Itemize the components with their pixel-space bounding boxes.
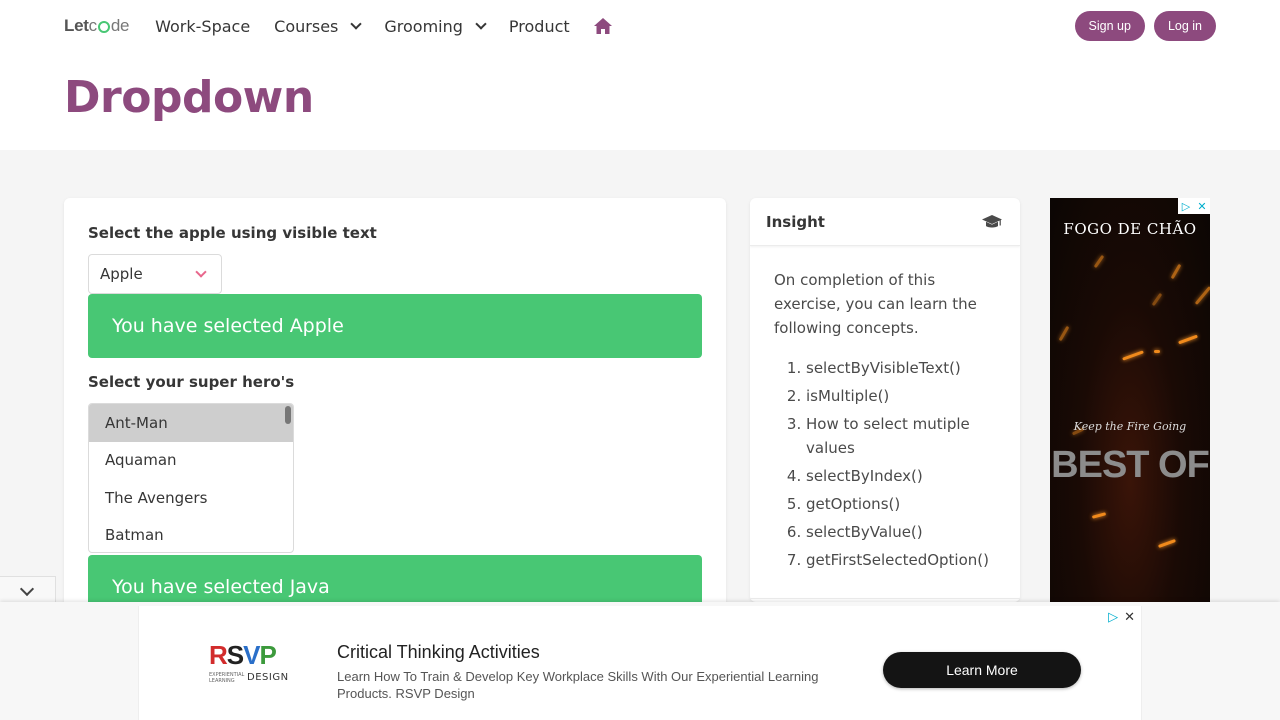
- fruit-selected-notice: You have selected Apple: [88, 294, 702, 358]
- fruit-label: Select the apple using visible text: [88, 224, 377, 242]
- ad-headline: BEST OF: [1051, 444, 1210, 486]
- nav-courses[interactable]: Courses: [274, 16, 363, 36]
- nav-product[interactable]: Product: [509, 17, 570, 36]
- rsvp-logo-letters: RSVP: [209, 640, 277, 670]
- insight-item: isMultiple(): [806, 384, 996, 408]
- chevron-down-icon: [195, 266, 207, 278]
- ember-spark: [1091, 512, 1107, 519]
- fruit-select[interactable]: Apple: [88, 254, 222, 294]
- nav-workspace[interactable]: Work-Space: [155, 17, 250, 36]
- ember-spark: [1058, 325, 1070, 342]
- ember-spark: [1158, 539, 1176, 548]
- graduation-cap-icon: [982, 215, 1002, 228]
- insight-header: Insight: [750, 198, 1020, 246]
- logo-o-icon: [97, 21, 110, 33]
- insight-title: Insight: [766, 212, 825, 231]
- insight-body: On completion of this exercise, you can …: [750, 246, 1020, 572]
- ad-choices[interactable]: ▷ ✕: [1108, 610, 1135, 625]
- nav-courses-label: Courses: [274, 16, 339, 36]
- ad-choices[interactable]: ▷ ✕: [1178, 198, 1210, 214]
- ember-spark: [1194, 286, 1210, 305]
- collapse-ad-toggle[interactable]: [0, 576, 56, 604]
- hero-label: Select your super hero's: [88, 373, 295, 391]
- insight-card: Insight On completion of this exercise, …: [750, 198, 1020, 602]
- chevron-down-icon: [350, 17, 363, 30]
- rsvp-logo-design: DESIGN: [247, 672, 289, 683]
- hero-option[interactable]: Batman: [89, 517, 293, 553]
- bottom-ad-title[interactable]: Critical Thinking Activities: [337, 642, 540, 663]
- insight-item: getFirstSelectedOption(): [806, 548, 996, 572]
- insight-item: getOptions(): [806, 492, 996, 516]
- login-button[interactable]: Log in: [1153, 11, 1216, 41]
- nav-workspace-label: Work-Space: [155, 16, 251, 36]
- insight-item: How to select mutiple values: [806, 412, 996, 460]
- side-advertisement[interactable]: ▷ ✕ FOGO DE CHÃO Keep the Fire Going BES…: [1050, 198, 1210, 602]
- insight-item: selectByValue(): [806, 520, 996, 544]
- nav-grooming-label: Grooming: [384, 16, 463, 36]
- insight-item: selectByIndex(): [806, 464, 996, 488]
- dropdown-card: Select the apple using visible text Appl…: [64, 198, 726, 618]
- hero-option[interactable]: Ant-Man: [89, 404, 293, 442]
- home-icon: [593, 18, 612, 34]
- insight-intro: On completion of this exercise, you can …: [774, 271, 977, 337]
- page-title: Dropdown: [64, 72, 314, 123]
- top-header: Let c de Work-Space Courses Grooming Pro…: [0, 0, 1280, 150]
- site-logo[interactable]: Let c de: [64, 16, 129, 36]
- nav-product-label: Product: [508, 16, 570, 36]
- rsvp-logo-sub: EXPERIENTIAL LEARNING: [209, 672, 245, 684]
- ember-spark: [1122, 350, 1144, 361]
- ember-spark: [1093, 254, 1105, 269]
- signup-button[interactable]: Sign up: [1074, 11, 1145, 41]
- nav-home[interactable]: [593, 18, 612, 34]
- logo-c: c: [88, 16, 98, 35]
- hero-multiselect[interactable]: Ant-Man Aquaman The Avengers Batman: [88, 403, 294, 553]
- ember-spark: [1170, 263, 1182, 280]
- navbar: Let c de Work-Space Courses Grooming Pro…: [64, 0, 1216, 52]
- adchoices-icon[interactable]: ▷: [1178, 198, 1194, 214]
- nav-grooming[interactable]: Grooming: [384, 16, 487, 36]
- insight-list: selectByVisibleText() isMultiple() How t…: [774, 356, 996, 572]
- bottom-advertisement[interactable]: ▷ ✕ RSVP EXPERIENTIAL LEARNING DESIGN Cr…: [138, 606, 1142, 720]
- rsvp-logo: RSVP EXPERIENTIAL LEARNING DESIGN: [209, 640, 289, 684]
- logo-suffix: de: [110, 16, 130, 35]
- ad-tagline: Keep the Fire Going: [1073, 420, 1187, 433]
- bottom-ad-description: Learn How To Train & Develop Key Workpla…: [337, 669, 819, 701]
- ember-spark: [1178, 334, 1198, 345]
- ember-spark: [1151, 292, 1163, 307]
- insight-item: selectByVisibleText(): [806, 356, 996, 380]
- hero-option[interactable]: Aquaman: [89, 442, 293, 480]
- hero-option[interactable]: The Avengers: [89, 479, 293, 517]
- listbox-scrollbar[interactable]: [285, 406, 291, 424]
- bottom-ad-bar: ▷ ✕ RSVP EXPERIENTIAL LEARNING DESIGN Cr…: [0, 602, 1280, 720]
- ember-spark: [1154, 350, 1160, 353]
- auth-buttons: Sign up Log in: [1074, 11, 1216, 41]
- chevron-down-icon: [475, 17, 487, 30]
- learn-more-button[interactable]: Learn More: [883, 652, 1081, 688]
- close-icon[interactable]: ✕: [1194, 198, 1210, 214]
- chevron-down-icon: [19, 581, 35, 597]
- logo-prefix: Let: [64, 16, 89, 35]
- adchoices-icon[interactable]: ▷: [1108, 610, 1118, 625]
- close-icon[interactable]: ✕: [1124, 610, 1135, 625]
- fruit-select-value: Apple: [100, 265, 143, 283]
- ad-brand: FOGO DE CHÃO: [1063, 220, 1197, 238]
